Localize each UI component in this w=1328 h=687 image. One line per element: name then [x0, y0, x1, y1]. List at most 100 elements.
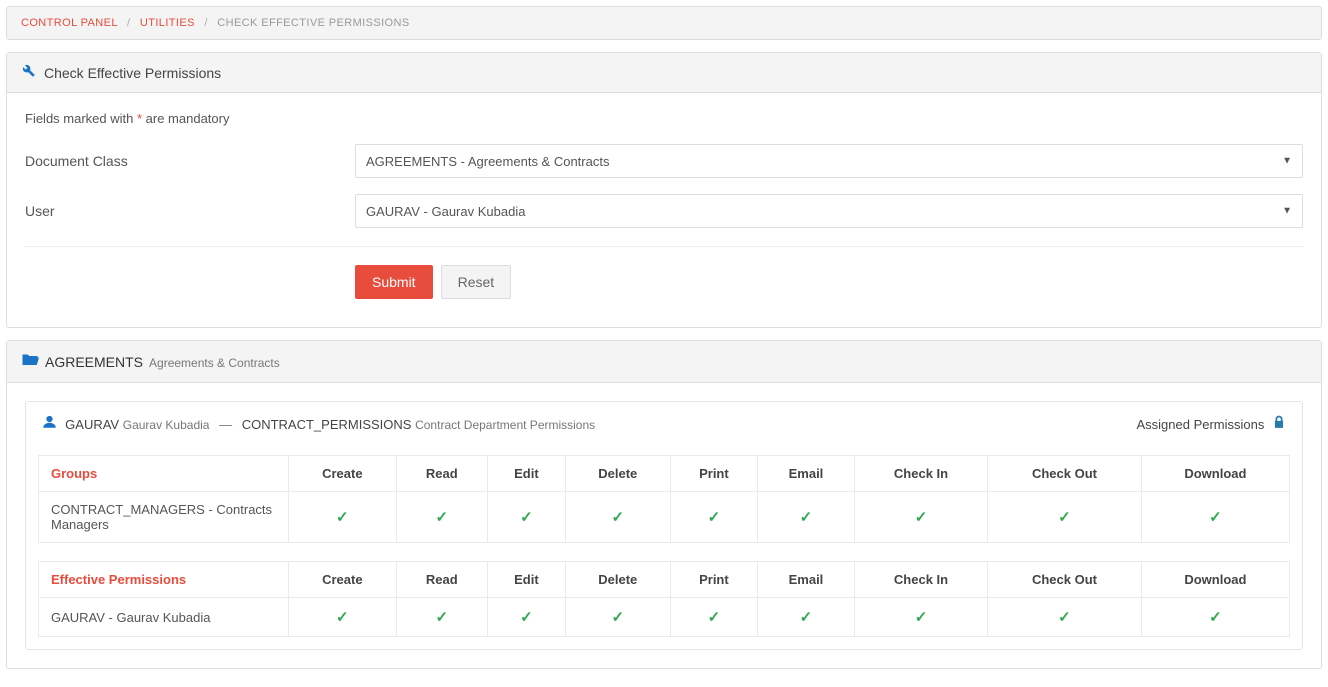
check-icon: ✓ [708, 609, 721, 626]
col-header: Print [670, 456, 757, 492]
breadcrumb: CONTROL PANEL / UTILITIES / CHECK EFFECT… [6, 6, 1322, 40]
wrench-icon [21, 63, 36, 82]
col-header: Edit [488, 456, 566, 492]
perm-cell: ✓ [758, 598, 855, 637]
col-header: Check In [854, 456, 987, 492]
perm-cell: ✓ [670, 598, 757, 637]
form-panel-title: Check Effective Permissions [44, 65, 221, 81]
permissions-subject: GAURAV Gaurav Kubadia — CONTRACT_PERMISS… [42, 414, 595, 433]
results-panel-header: AGREEMENTS Agreements & Contracts [7, 341, 1321, 383]
check-icon: ✓ [1209, 509, 1222, 526]
results-class-name: Agreements & Contracts [149, 356, 280, 370]
check-icon: ✓ [612, 609, 625, 626]
breadcrumb-separator: / [127, 17, 130, 29]
groups-header-row: Groups Create Read Edit Delete Print Ema… [39, 456, 1290, 492]
breadcrumb-separator: / [204, 17, 207, 29]
col-header: Print [670, 562, 757, 598]
perm-cell: ✓ [988, 492, 1142, 543]
table-row: GAURAV - Gaurav Kubadia ✓ ✓ ✓ ✓ ✓ ✓ ✓ ✓ ✓ [39, 598, 1290, 637]
user-value: GAURAV - Gaurav Kubadia [366, 204, 525, 219]
subject-user-name: Gaurav Kubadia [123, 418, 210, 432]
check-icon: ✓ [336, 609, 349, 626]
check-icon: ✓ [1058, 609, 1071, 626]
effective-header-row: Effective Permissions Create Read Edit D… [39, 562, 1290, 598]
check-icon: ✓ [436, 509, 449, 526]
col-header: Check In [854, 562, 987, 598]
reset-button[interactable]: Reset [441, 265, 512, 299]
col-header: Email [758, 562, 855, 598]
col-header: Email [758, 456, 855, 492]
chevron-down-icon: ▼ [1282, 206, 1292, 217]
perm-cell: ✓ [289, 598, 397, 637]
folder-open-icon [21, 351, 39, 372]
user-label: User [25, 203, 355, 219]
col-header: Read [396, 456, 487, 492]
results-panel: AGREEMENTS Agreements & Contracts GAURAV… [6, 340, 1322, 669]
row-name: CONTRACT_MANAGERS - Contracts Managers [39, 492, 289, 543]
check-icon: ✓ [436, 609, 449, 626]
breadcrumb-current: CHECK EFFECTIVE PERMISSIONS [217, 17, 409, 29]
subject-user-code: GAURAV [65, 417, 119, 432]
check-icon: ✓ [1209, 609, 1222, 626]
row-name: GAURAV - Gaurav Kubadia [39, 598, 289, 637]
col-header: Delete [565, 562, 670, 598]
perm-cell: ✓ [488, 598, 566, 637]
perm-cell: ✓ [854, 492, 987, 543]
check-icon: ✓ [915, 509, 928, 526]
perm-cell: ✓ [854, 598, 987, 637]
perm-cell: ✓ [565, 492, 670, 543]
groups-table: Groups Create Read Edit Delete Print Ema… [38, 455, 1290, 543]
results-class-code: AGREEMENTS [45, 354, 143, 370]
perm-cell: ✓ [396, 598, 487, 637]
lock-icon [1272, 416, 1286, 433]
perm-cell: ✓ [670, 492, 757, 543]
assigned-permissions-panel: GAURAV Gaurav Kubadia — CONTRACT_PERMISS… [25, 401, 1303, 650]
col-header: Check Out [988, 562, 1142, 598]
check-icon: ✓ [520, 609, 533, 626]
col-header: Read [396, 562, 487, 598]
perm-cell: ✓ [396, 492, 487, 543]
breadcrumb-control-panel[interactable]: CONTROL PANEL [21, 17, 117, 29]
submit-button[interactable]: Submit [355, 265, 433, 299]
check-icon: ✓ [800, 509, 813, 526]
effective-table: Effective Permissions Create Read Edit D… [38, 561, 1290, 637]
check-icon: ✓ [520, 509, 533, 526]
col-header: Create [289, 562, 397, 598]
doc-class-select[interactable]: AGREEMENTS - Agreements & Contracts ▼ [355, 144, 1303, 178]
user-select[interactable]: GAURAV - Gaurav Kubadia ▼ [355, 194, 1303, 228]
col-header: Delete [565, 456, 670, 492]
perm-cell: ✓ [289, 492, 397, 543]
separator-dash: — [219, 417, 232, 432]
user-icon [42, 416, 61, 433]
subject-role-code: CONTRACT_PERMISSIONS [242, 417, 412, 432]
check-icon: ✓ [612, 509, 625, 526]
subject-role-name: Contract Department Permissions [415, 418, 595, 432]
check-icon: ✓ [336, 509, 349, 526]
col-header: Download [1141, 562, 1289, 598]
groups-header-label: Groups [39, 456, 289, 492]
divider [25, 246, 1303, 247]
col-header: Download [1141, 456, 1289, 492]
chevron-down-icon: ▼ [1282, 156, 1292, 167]
perm-cell: ✓ [758, 492, 855, 543]
perm-cell: ✓ [565, 598, 670, 637]
check-icon: ✓ [915, 609, 928, 626]
effective-header-label: Effective Permissions [39, 562, 289, 598]
doc-class-value: AGREEMENTS - Agreements & Contracts [366, 154, 609, 169]
col-header: Create [289, 456, 397, 492]
col-header: Edit [488, 562, 566, 598]
check-icon: ✓ [800, 609, 813, 626]
perm-cell: ✓ [1141, 598, 1289, 637]
doc-class-label: Document Class [25, 153, 355, 169]
assigned-permissions-label: Assigned Permissions [1136, 415, 1286, 433]
table-row: CONTRACT_MANAGERS - Contracts Managers ✓ ✓… [39, 492, 1290, 543]
check-icon: ✓ [1058, 509, 1071, 526]
breadcrumb-utilities[interactable]: UTILITIES [140, 17, 195, 29]
form-panel-header: Check Effective Permissions [7, 53, 1321, 93]
perm-cell: ✓ [988, 598, 1142, 637]
perm-cell: ✓ [488, 492, 566, 543]
form-panel: Check Effective Permissions Fields marke… [6, 52, 1322, 328]
col-header: Check Out [988, 456, 1142, 492]
check-icon: ✓ [708, 509, 721, 526]
perm-cell: ✓ [1141, 492, 1289, 543]
